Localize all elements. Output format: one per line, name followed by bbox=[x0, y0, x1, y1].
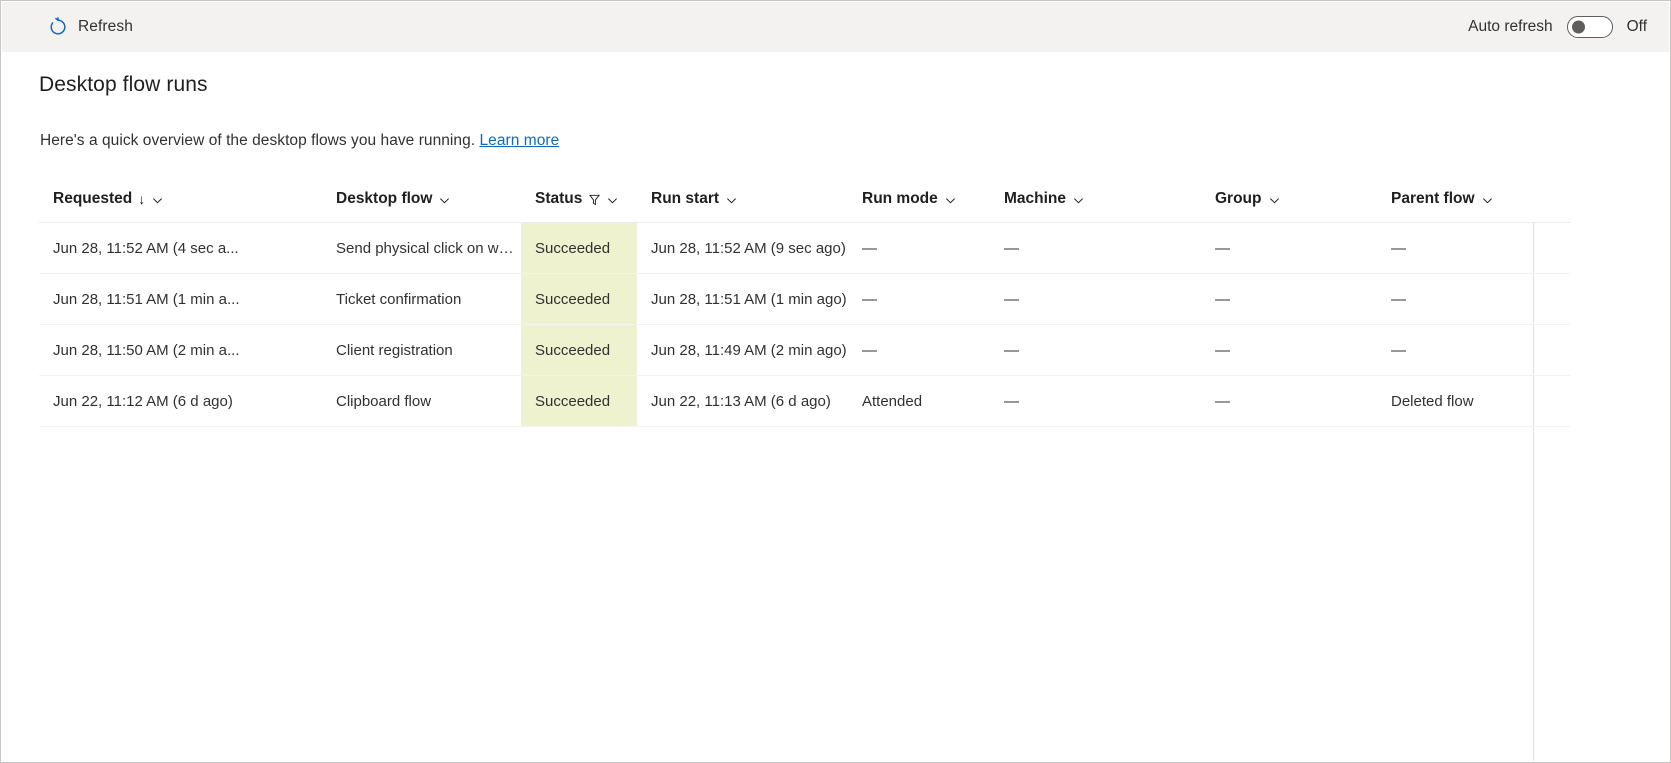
learn-more-link[interactable]: Learn more bbox=[479, 132, 559, 149]
cell-requested: Jun 22, 11:12 AM (6 d ago) bbox=[39, 376, 322, 427]
command-bar-right: Auto refresh Off bbox=[1468, 16, 1647, 38]
chevron-down-icon[interactable] bbox=[726, 193, 737, 204]
column-header-requested[interactable]: Requested ↓ bbox=[39, 175, 322, 223]
table-header-row: Requested ↓ Desktop flow bbox=[39, 175, 1570, 223]
cell-run-start: Jun 28, 11:51 AM (1 min ago) bbox=[637, 274, 848, 325]
cell-run-mode: — bbox=[848, 223, 990, 274]
page-title: Desktop flow runs bbox=[39, 73, 208, 97]
column-header-desktop-flow[interactable]: Desktop flow bbox=[322, 175, 521, 223]
column-header-group[interactable]: Group bbox=[1201, 175, 1377, 223]
cell-run-start: Jun 28, 11:49 AM (2 min ago) bbox=[637, 325, 848, 376]
cell-group: — bbox=[1201, 325, 1377, 376]
column-header-parent-flow[interactable]: Parent flow bbox=[1377, 175, 1570, 223]
desktop-flow-runs-window: Refresh Auto refresh Off Desktop flow ru… bbox=[0, 0, 1671, 763]
page-description-text: Here's a quick overview of the desktop f… bbox=[40, 132, 475, 149]
column-header-label: Parent flow bbox=[1391, 190, 1475, 208]
cell-machine: — bbox=[990, 223, 1201, 274]
cell-desktop-flow: Ticket confirmation bbox=[322, 274, 521, 325]
refresh-icon bbox=[48, 17, 68, 37]
table-row[interactable]: Jun 28, 11:51 AM (1 min a... Ticket conf… bbox=[39, 274, 1570, 325]
cell-group: — bbox=[1201, 274, 1377, 325]
table-body: Jun 28, 11:52 AM (4 sec a... Send physic… bbox=[39, 223, 1570, 427]
command-bar: Refresh Auto refresh Off bbox=[2, 2, 1669, 52]
chevron-down-icon[interactable] bbox=[1073, 193, 1084, 204]
cell-machine: — bbox=[990, 325, 1201, 376]
auto-refresh-state: Off bbox=[1627, 18, 1647, 36]
column-header-label: Machine bbox=[1004, 190, 1066, 208]
cell-desktop-flow: Clipboard flow bbox=[322, 376, 521, 427]
chevron-down-icon[interactable] bbox=[439, 193, 450, 204]
page-content: Desktop flow runs Here's a quick overvie… bbox=[2, 52, 1669, 761]
cell-run-start: Jun 28, 11:52 AM (9 sec ago) bbox=[637, 223, 848, 274]
cell-status: Succeeded bbox=[521, 376, 637, 427]
sort-ascending-icon: ↓ bbox=[138, 192, 145, 206]
chevron-down-icon[interactable] bbox=[152, 193, 163, 204]
cell-run-mode: — bbox=[848, 274, 990, 325]
table-row[interactable]: Jun 28, 11:50 AM (2 min a... Client regi… bbox=[39, 325, 1570, 376]
chevron-down-icon[interactable] bbox=[1482, 193, 1493, 204]
cell-status: Succeeded bbox=[521, 325, 637, 376]
column-header-run-start[interactable]: Run start bbox=[637, 175, 848, 223]
cell-parent-flow: — bbox=[1377, 325, 1570, 376]
column-header-label: Requested bbox=[53, 190, 132, 208]
table-row[interactable]: Jun 28, 11:52 AM (4 sec a... Send physic… bbox=[39, 223, 1570, 274]
cell-requested: Jun 28, 11:50 AM (2 min a... bbox=[39, 325, 322, 376]
chevron-down-icon[interactable] bbox=[607, 193, 618, 204]
column-header-machine[interactable]: Machine bbox=[990, 175, 1201, 223]
toggle-knob bbox=[1572, 21, 1585, 34]
cell-requested: Jun 28, 11:52 AM (4 sec a... bbox=[39, 223, 322, 274]
table-header: Requested ↓ Desktop flow bbox=[39, 175, 1570, 223]
refresh-label: Refresh bbox=[78, 18, 133, 36]
cell-desktop-flow: Client registration bbox=[322, 325, 521, 376]
table-row[interactable]: Jun 22, 11:12 AM (6 d ago) Clipboard flo… bbox=[39, 376, 1570, 427]
cell-parent-flow: — bbox=[1377, 274, 1570, 325]
cell-group: — bbox=[1201, 376, 1377, 427]
cell-requested: Jun 28, 11:51 AM (1 min a... bbox=[39, 274, 322, 325]
cell-group: — bbox=[1201, 223, 1377, 274]
chevron-down-icon[interactable] bbox=[1269, 193, 1280, 204]
refresh-button[interactable]: Refresh bbox=[38, 8, 143, 46]
cell-run-mode: — bbox=[848, 325, 990, 376]
chevron-down-icon[interactable] bbox=[945, 193, 956, 204]
desktop-flow-runs-table: Requested ↓ Desktop flow bbox=[39, 175, 1570, 427]
cell-parent-flow: — bbox=[1377, 223, 1570, 274]
cell-status: Succeeded bbox=[521, 274, 637, 325]
desktop-flow-runs-table-container: Requested ↓ Desktop flow bbox=[39, 175, 1569, 427]
auto-refresh-toggle[interactable] bbox=[1567, 16, 1613, 38]
cell-desktop-flow: Send physical click on web e... bbox=[322, 223, 521, 274]
column-header-label: Group bbox=[1215, 190, 1262, 208]
column-header-label: Status bbox=[535, 190, 582, 208]
page-description: Here's a quick overview of the desktop f… bbox=[40, 132, 559, 150]
cell-run-start: Jun 22, 11:13 AM (6 d ago) bbox=[637, 376, 848, 427]
cell-run-mode: Attended bbox=[848, 376, 990, 427]
command-bar-left: Refresh bbox=[38, 8, 143, 46]
cell-machine: — bbox=[990, 376, 1201, 427]
column-header-label: Run mode bbox=[862, 190, 938, 208]
column-header-status[interactable]: Status bbox=[521, 175, 637, 223]
column-header-label: Desktop flow bbox=[336, 190, 432, 208]
filter-funnel-icon[interactable] bbox=[589, 193, 600, 205]
auto-refresh-label: Auto refresh bbox=[1468, 18, 1552, 36]
cell-machine: — bbox=[990, 274, 1201, 325]
cell-parent-flow: Deleted flow bbox=[1377, 376, 1570, 427]
column-header-label: Run start bbox=[651, 190, 719, 208]
cell-status: Succeeded bbox=[521, 223, 637, 274]
column-header-run-mode[interactable]: Run mode bbox=[848, 175, 990, 223]
